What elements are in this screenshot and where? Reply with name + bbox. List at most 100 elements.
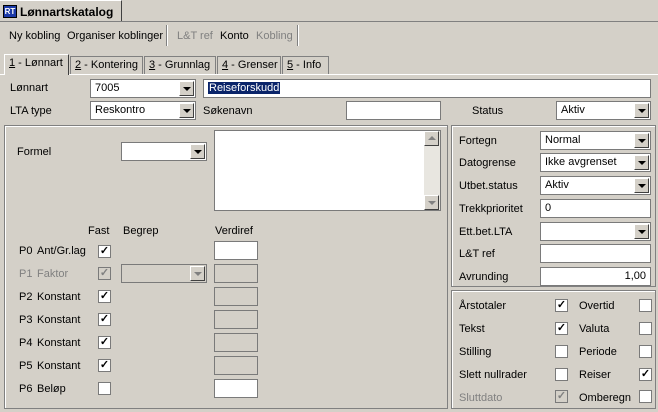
new-link-button[interactable]: Ny kobling xyxy=(9,30,60,42)
stilling-checkbox[interactable] xyxy=(555,345,568,358)
toolbar-separator xyxy=(297,25,299,46)
flag-label-sluttdato: Sluttdato xyxy=(459,392,503,404)
param-code: P0 xyxy=(19,245,33,257)
periode-checkbox[interactable] xyxy=(639,345,652,358)
status-select[interactable]: Aktiv xyxy=(556,101,651,120)
tekst-checkbox[interactable]: ✓ xyxy=(555,322,568,335)
tab-grunnlag[interactable]: 3 - Grunnlag xyxy=(144,56,216,74)
flag-label-valuta: Valuta xyxy=(579,323,610,335)
scroll-up-icon[interactable] xyxy=(424,131,439,146)
param-name: Konstant xyxy=(37,360,81,372)
param-fast-checkbox[interactable]: ✓ xyxy=(98,359,111,372)
param-code: P2 xyxy=(19,291,33,303)
lt-ref-label: L&T ref xyxy=(459,248,495,260)
param-verdiref-input[interactable] xyxy=(214,379,258,398)
datogrense-label: Datogrense xyxy=(459,157,516,169)
param-name: Konstant xyxy=(37,337,81,349)
sokenavn-input[interactable] xyxy=(346,101,441,120)
avrunding-label: Avrunding xyxy=(459,271,509,283)
chevron-down-icon xyxy=(179,103,194,118)
tab-grenser[interactable]: 4 - Grenser xyxy=(217,56,281,74)
datogrense-select[interactable]: Ikke avgrenset xyxy=(540,153,651,172)
lta-type-label: LTA type xyxy=(10,105,52,117)
formula-scrollbar[interactable] xyxy=(424,131,440,210)
sluttdato-checkbox[interactable]: ✓ xyxy=(555,390,568,403)
utbet-status-label: Utbet.status xyxy=(459,180,518,192)
col-verdiref-header: Verdiref xyxy=(215,225,253,237)
trekkprioritet-label: Trekkprioritet xyxy=(459,203,523,215)
param-code: P3 xyxy=(19,314,33,326)
lt-ref-button[interactable]: L&T ref xyxy=(177,30,213,42)
reiser-checkbox[interactable]: ✓ xyxy=(639,368,652,381)
flag-label-overtid: Overtid xyxy=(579,300,615,312)
param-verdiref-input[interactable] xyxy=(214,241,258,260)
flag-label-slett-nullrader: Slett nullrader xyxy=(459,369,527,381)
omberegn-checkbox[interactable] xyxy=(639,390,652,403)
param-fast-checkbox[interactable]: ✓ xyxy=(98,267,111,280)
chevron-down-icon xyxy=(179,81,194,96)
status-label: Status xyxy=(472,105,504,117)
param-verdiref-input[interactable] xyxy=(214,264,258,283)
col-begrep-header: Begrep xyxy=(123,225,159,237)
fortegn-label: Fortegn xyxy=(459,135,497,147)
valuta-checkbox[interactable] xyxy=(639,322,652,335)
formula-select[interactable] xyxy=(121,142,207,161)
flag-label-stilling: Stilling xyxy=(459,346,492,358)
description-text: Reiseforskudd xyxy=(208,82,281,94)
tab-info[interactable]: 5 - Info xyxy=(282,56,329,74)
overtid-checkbox[interactable] xyxy=(639,299,652,312)
slett-nullrader-checkbox[interactable] xyxy=(555,368,568,381)
chevron-down-icon xyxy=(190,144,205,159)
flag-label-periode: Periode xyxy=(579,346,617,358)
flag-label-omberegn: Omberegn xyxy=(579,392,631,404)
param-begrep-select[interactable] xyxy=(121,264,207,283)
fortegn-select[interactable]: Normal xyxy=(540,131,651,150)
formula-label: Formel xyxy=(17,146,52,158)
chevron-down-icon xyxy=(634,133,649,148)
chevron-down-icon xyxy=(634,178,649,193)
arstotaler-checkbox[interactable]: ✓ xyxy=(555,299,568,312)
param-code: P5 xyxy=(19,360,33,372)
chevron-down-icon xyxy=(634,155,649,170)
avrunding-input[interactable]: 1,00 xyxy=(540,267,651,286)
trekkprioritet-input[interactable]: 0 xyxy=(540,199,651,218)
utbet-status-select[interactable]: Aktiv xyxy=(540,176,651,195)
tab-page-border xyxy=(0,74,658,75)
param-fast-checkbox[interactable]: ✓ xyxy=(98,290,111,303)
description-input[interactable]: Reiseforskudd xyxy=(203,79,651,98)
chevron-down-icon xyxy=(634,224,649,239)
param-fast-checkbox[interactable]: ✓ xyxy=(98,245,111,258)
lonnart-label: Lønnart xyxy=(10,82,48,94)
param-fast-checkbox[interactable]: ✓ xyxy=(98,336,111,349)
param-verdiref-input[interactable] xyxy=(214,356,258,375)
flag-label-reiser: Reiser xyxy=(579,369,611,381)
account-button[interactable]: Konto xyxy=(220,30,249,42)
param-fast-checkbox[interactable] xyxy=(98,382,111,395)
ett-bet-lta-label: Ett.bet.LTA xyxy=(459,226,513,238)
lt-ref-input[interactable] xyxy=(540,244,651,263)
tab-lonnart[interactable]: 1 - Lønnart xyxy=(4,54,69,75)
sokenavn-label: Søkenavn xyxy=(203,105,253,117)
param-code: P1 xyxy=(19,268,33,280)
param-verdiref-input[interactable] xyxy=(214,287,258,306)
flag-label-arstotaler: Årstotaler xyxy=(459,300,507,312)
param-name: Ant/Gr.lag xyxy=(37,245,86,257)
window-title-tab[interactable]: RT Lønnartskatalog xyxy=(0,0,122,22)
chevron-down-icon xyxy=(190,266,205,281)
window-title: Lønnartskatalog xyxy=(20,5,114,19)
lonnart-select[interactable]: 7005 xyxy=(90,79,196,98)
formula-textarea[interactable] xyxy=(214,130,441,211)
param-code: P6 xyxy=(19,383,33,395)
param-name: Faktor xyxy=(37,268,69,280)
param-verdiref-input[interactable] xyxy=(214,333,258,352)
ett-bet-lta-select[interactable] xyxy=(540,222,651,241)
toolbar-separator xyxy=(166,25,168,46)
tab-kontering[interactable]: 2 - Kontering xyxy=(70,56,143,74)
chevron-down-icon xyxy=(634,103,649,118)
param-fast-checkbox[interactable]: ✓ xyxy=(98,313,111,326)
scroll-down-icon[interactable] xyxy=(424,195,439,210)
lta-type-select[interactable]: Reskontro xyxy=(90,101,196,120)
organize-links-button[interactable]: Organiser koblinger xyxy=(67,30,163,42)
link-button[interactable]: Kobling xyxy=(256,30,293,42)
param-verdiref-input[interactable] xyxy=(214,310,258,329)
